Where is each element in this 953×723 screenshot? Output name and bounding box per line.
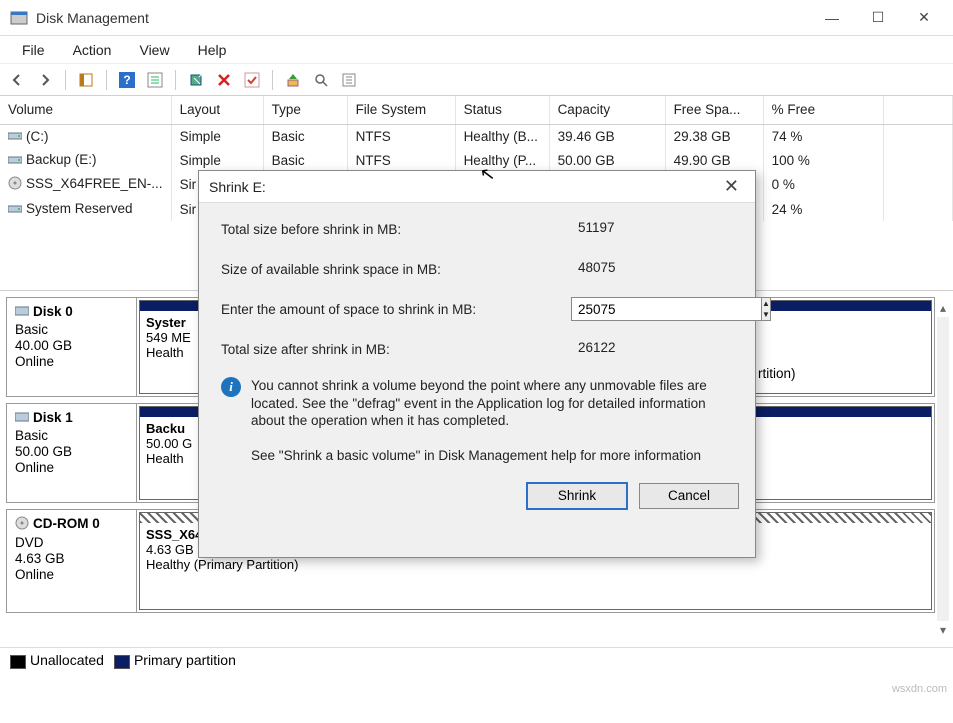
app-icon (10, 9, 28, 27)
partition-fragment-text: rtition) (758, 366, 796, 381)
info-help-text: See "Shrink a basic volume" in Disk Mana… (221, 448, 737, 463)
dialog-close-button[interactable]: ✕ (718, 172, 745, 201)
volume-icon (8, 202, 22, 217)
legend-primary-swatch (114, 655, 130, 669)
maximize-button[interactable]: ☐ (855, 3, 901, 33)
volume-icon (8, 176, 22, 193)
legend-primary-label: Primary partition (134, 652, 236, 668)
volume-icon (8, 153, 22, 168)
disk-icon (15, 516, 29, 533)
col-status[interactable]: Status (455, 96, 549, 124)
table-row[interactable]: (C:)SimpleBasicNTFSHealthy (B...39.46 GB… (0, 124, 953, 148)
check-icon[interactable] (241, 69, 263, 91)
col-volume[interactable]: Volume (0, 96, 171, 124)
value-available-shrink: 48075 (571, 257, 737, 281)
menu-view[interactable]: View (125, 38, 183, 62)
toolbar: ? (0, 64, 953, 96)
label-total-after: Total size after shrink in MB: (221, 342, 571, 357)
col-capacity[interactable]: Capacity (549, 96, 665, 124)
legend-unallocated-label: Unallocated (30, 652, 104, 668)
label-total-before: Total size before shrink in MB: (221, 222, 571, 237)
delete-icon[interactable] (213, 69, 235, 91)
scroll-up-icon[interactable]: ▴ (940, 301, 946, 315)
shrink-button[interactable]: Shrink (527, 483, 627, 509)
value-total-after: 26122 (571, 337, 737, 361)
col-layout[interactable]: Layout (171, 96, 263, 124)
menubar: File Action View Help (0, 36, 953, 64)
legend-unallocated-swatch (10, 655, 26, 669)
info-text: You cannot shrink a volume beyond the po… (251, 377, 737, 430)
up-icon[interactable] (282, 69, 304, 91)
back-button[interactable] (6, 69, 28, 91)
disk-icon (15, 305, 29, 320)
shrink-amount-input[interactable] (571, 297, 762, 321)
menu-help[interactable]: Help (184, 38, 241, 62)
scroll-down-icon[interactable]: ▾ (940, 623, 946, 637)
table-header-row: Volume Layout Type File System Status Ca… (0, 96, 953, 124)
legend: Unallocated Primary partition (0, 647, 953, 673)
col-filesystem[interactable]: File System (347, 96, 455, 124)
properties-button[interactable] (338, 69, 360, 91)
col-pctfree[interactable]: % Free (763, 96, 883, 124)
dialog-title: Shrink E: (209, 179, 266, 195)
label-enter-amount: Enter the amount of space to shrink in M… (221, 302, 571, 317)
help-button[interactable]: ? (116, 69, 138, 91)
show-hide-tree-button[interactable] (75, 69, 97, 91)
disk-icon (15, 411, 29, 426)
menu-file[interactable]: File (8, 38, 59, 62)
value-total-before: 51197 (571, 217, 737, 241)
watermark: wsxdn.com (892, 683, 947, 695)
label-available-shrink: Size of available shrink space in MB: (221, 262, 571, 277)
svg-text:?: ? (123, 73, 130, 87)
menu-action[interactable]: Action (59, 38, 126, 62)
table-row[interactable]: Backup (E:)SimpleBasicNTFSHealthy (P...5… (0, 148, 953, 172)
info-icon: i (221, 377, 241, 397)
spin-up-button[interactable]: ▲ (762, 298, 770, 309)
minimize-button[interactable]: — (809, 3, 855, 33)
settings-list-button[interactable] (144, 69, 166, 91)
shrink-dialog: Shrink E: ✕ Total size before shrink in … (198, 170, 756, 558)
close-window-button[interactable]: ✕ (901, 3, 947, 33)
scrollbar[interactable]: ▴ ▾ (937, 301, 949, 637)
window-title: Disk Management (36, 10, 809, 26)
refresh-button[interactable] (185, 69, 207, 91)
spin-down-button[interactable]: ▼ (762, 309, 770, 320)
cancel-button[interactable]: Cancel (639, 483, 739, 509)
col-type[interactable]: Type (263, 96, 347, 124)
forward-button[interactable] (34, 69, 56, 91)
titlebar: Disk Management — ☐ ✕ (0, 0, 953, 36)
volume-icon (8, 129, 22, 144)
search-icon[interactable] (310, 69, 332, 91)
col-free[interactable]: Free Spa... (665, 96, 763, 124)
